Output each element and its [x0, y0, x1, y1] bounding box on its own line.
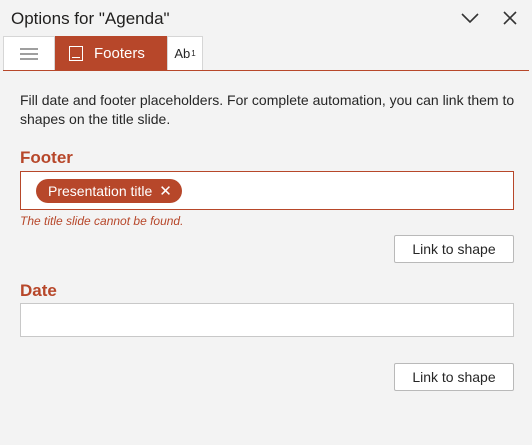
chip-remove-icon[interactable]: ✕ [159, 182, 172, 200]
footer-field[interactable]: Presentation title ✕ [20, 171, 514, 210]
date-field[interactable] [20, 303, 514, 337]
footers-panel: Fill date and footer placeholders. For c… [3, 71, 529, 445]
footer-error-message: The title slide cannot be found. [20, 214, 184, 228]
intro-text: Fill date and footer placeholders. For c… [20, 92, 515, 127]
footer-chip[interactable]: Presentation title ✕ [36, 179, 182, 203]
hamburger-icon [20, 47, 38, 60]
chevron-down-icon [461, 13, 479, 24]
close-button[interactable] [498, 6, 522, 30]
date-link-to-shape-button[interactable]: Link to shape [394, 363, 514, 391]
footer-label: Footer [20, 148, 73, 167]
tab-menu[interactable] [3, 36, 55, 70]
date-label: Date [20, 281, 57, 300]
tab-strip: Footers Ab 1 [3, 36, 203, 70]
pane-title: Options for "Agenda" [11, 9, 170, 28]
tab-footers-label: Footers [94, 45, 145, 62]
tab-text-options-label: Ab [174, 46, 191, 61]
tab-footers[interactable]: Footers [55, 36, 167, 70]
footer-icon [69, 46, 83, 61]
close-icon [503, 11, 517, 25]
collapse-button[interactable] [458, 6, 482, 30]
footer-chip-label: Presentation title [48, 183, 153, 199]
tab-text-options-superscript: 1 [191, 49, 196, 58]
pane-title-bar: Options for "Agenda" [0, 0, 532, 36]
footer-link-to-shape-button[interactable]: Link to shape [394, 235, 514, 263]
tab-text-options[interactable]: Ab 1 [167, 36, 203, 70]
options-pane: Options for "Agenda" Footers Ab 1 Fill d… [0, 0, 532, 445]
